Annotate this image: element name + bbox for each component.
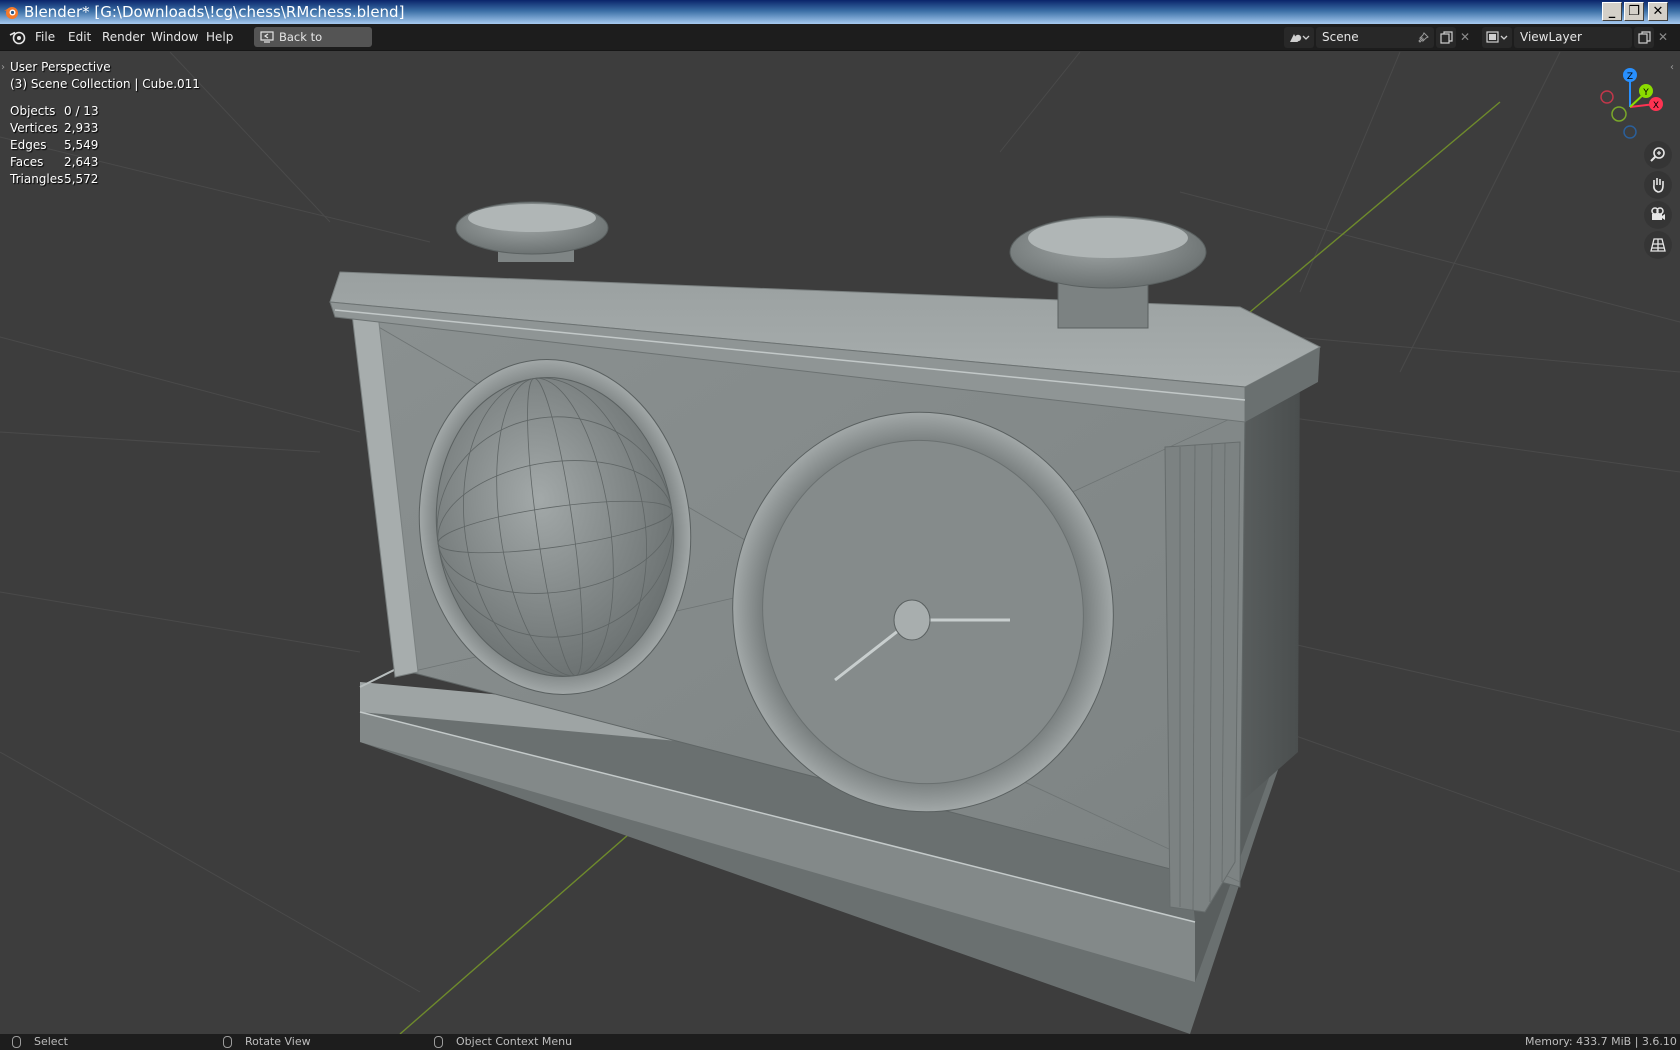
status-context-menu: Object Context Menu: [456, 1035, 573, 1048]
stat-value: 2,933: [64, 121, 99, 135]
scene-name-field[interactable]: Scene: [1316, 27, 1434, 48]
delete-scene-icon[interactable]: ✕: [1460, 29, 1474, 45]
restore-button[interactable]: ❐: [1624, 2, 1644, 21]
grid-perspective-icon: [1650, 238, 1666, 252]
left-clock-button: [455, 201, 609, 262]
stat-value: 2,643: [64, 155, 99, 169]
zoom-button[interactable]: [1644, 141, 1672, 169]
gizmo-y-label: Y: [1642, 88, 1649, 98]
scene-browse-button[interactable]: [1284, 27, 1314, 48]
camera-view-button[interactable]: [1644, 201, 1672, 229]
blender-logo-icon: [4, 7, 18, 19]
new-viewlayer-button[interactable]: [1634, 27, 1654, 48]
stat-value: 5,572: [64, 172, 99, 186]
toolbar-expand-icon[interactable]: ›: [1, 62, 5, 73]
back-to-previous-button[interactable]: Back to Previous: [254, 27, 372, 64]
view-perspective-label: User Perspective: [10, 60, 111, 74]
new-scene-button[interactable]: [1436, 27, 1456, 48]
window-title: Blender* [G:\Downloads\!cg\chess\RMchess…: [24, 3, 405, 21]
viewport-scene: [0, 52, 1680, 1034]
menu-help[interactable]: Help: [206, 28, 233, 47]
status-select: Select: [34, 1035, 68, 1048]
screen-back-icon: [260, 31, 274, 43]
stat-label: Faces: [10, 155, 44, 169]
pin-icon[interactable]: [1418, 32, 1429, 43]
camera-icon: [1651, 207, 1665, 220]
status-memory-version: Memory: 433.7 MiB | 3.6.10: [1525, 1035, 1677, 1048]
top-header-bar: File Edit Render Window Help Back to Pre…: [0, 24, 1680, 64]
y-axis-line-far: [1249, 101, 1501, 313]
viewlayer-browse-button[interactable]: [1482, 27, 1512, 48]
stat-label: Vertices: [10, 121, 58, 135]
menu-render[interactable]: Render: [102, 28, 145, 47]
3d-viewport[interactable]: User Perspective (3) Scene Collection | …: [0, 52, 1680, 1034]
mouse-right-icon: [434, 1036, 443, 1048]
status-rotate-view: Rotate View: [245, 1035, 311, 1048]
active-collection-label: (3) Scene Collection | Cube.011: [10, 77, 200, 91]
stat-label: Objects: [10, 104, 56, 118]
stat-value: 0 / 13: [64, 104, 99, 118]
hand-pan-icon: [1653, 178, 1664, 193]
blender-window: Blender* [G:\Downloads\!cg\chess\RMchess…: [0, 0, 1680, 1050]
right-pillar: [1164, 441, 1241, 913]
pan-button[interactable]: [1644, 171, 1672, 199]
stat-value: 5,549: [64, 138, 99, 152]
viewlayer-name: ViewLayer: [1520, 30, 1582, 44]
render-layers-icon: [1486, 31, 1508, 43]
menu-edit[interactable]: Edit: [68, 28, 91, 47]
close-button[interactable]: ✕: [1648, 2, 1668, 21]
zoom-icon: [1650, 147, 1665, 162]
navigation-gizmo[interactable]: Z X Y: [1585, 62, 1675, 152]
mouse-left-icon: [12, 1036, 21, 1048]
minimize-button[interactable]: _: [1602, 2, 1622, 21]
gizmo-z-label: Z: [1627, 72, 1633, 82]
mouse-middle-icon: [223, 1036, 232, 1048]
stat-label: Edges: [10, 138, 47, 152]
perspective-toggle-button[interactable]: [1644, 231, 1672, 259]
stat-label: Triangles: [10, 172, 64, 186]
gizmo-x-label: X: [1653, 101, 1659, 111]
menu-file[interactable]: File: [35, 28, 55, 47]
scene-name: Scene: [1322, 30, 1359, 44]
viewlayer-name-field[interactable]: ViewLayer: [1514, 27, 1632, 48]
status-bar: Select Rotate View Object Context Menu M…: [0, 1034, 1680, 1050]
blender-menu-icon[interactable]: [9, 29, 27, 45]
duplicate-icon: [1440, 31, 1453, 44]
window-titlebar: Blender* [G:\Downloads\!cg\chess\RMchess…: [0, 0, 1680, 24]
duplicate-icon: [1638, 31, 1651, 44]
delete-viewlayer-icon[interactable]: ✕: [1658, 29, 1672, 45]
scene-icon: [1290, 34, 1310, 42]
menu-window[interactable]: Window: [151, 28, 198, 47]
